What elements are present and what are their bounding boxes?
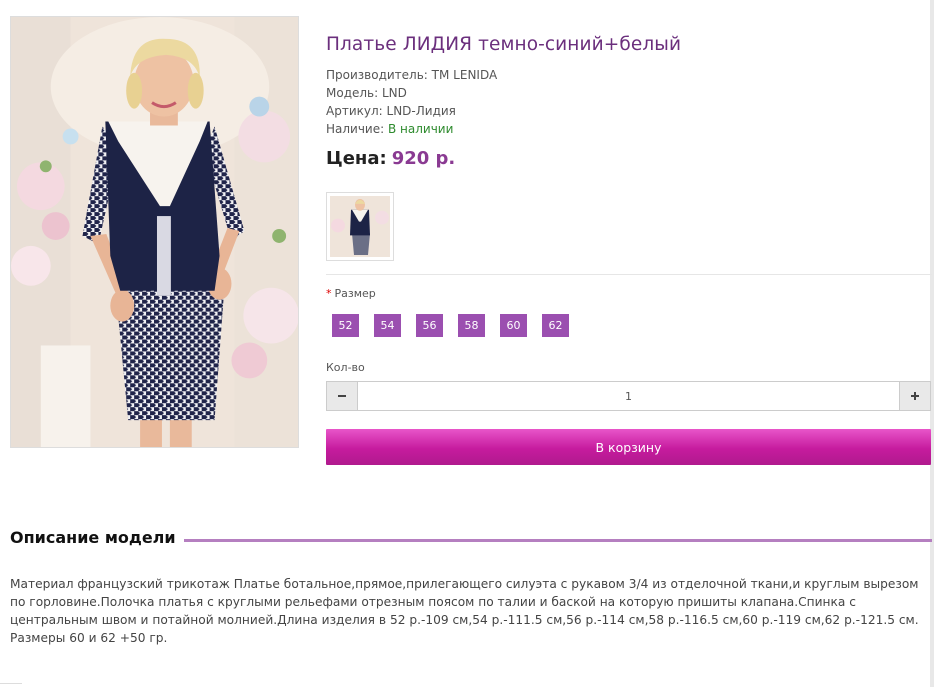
description-heading-line bbox=[175, 539, 932, 542]
size-label: * Размер bbox=[326, 287, 376, 300]
required-mark: * bbox=[326, 287, 332, 300]
plus-icon bbox=[911, 392, 919, 400]
size-option-54[interactable]: 54 bbox=[374, 314, 401, 337]
quantity-label: Кол-во bbox=[326, 361, 365, 374]
quantity-increase-button[interactable] bbox=[899, 381, 931, 411]
options-divider bbox=[326, 274, 932, 275]
price-row: Цена: 920 р. bbox=[326, 148, 932, 169]
size-option-58[interactable]: 58 bbox=[458, 314, 485, 337]
size-option-60[interactable]: 60 bbox=[500, 314, 527, 337]
dress-photo bbox=[11, 17, 298, 447]
thumbnail-image bbox=[330, 196, 390, 257]
add-to-cart-button[interactable]: В корзину bbox=[326, 429, 931, 465]
description-heading: Описание модели bbox=[10, 528, 184, 547]
sku-label: Артикул: bbox=[326, 104, 383, 118]
quantity-decrease-button[interactable] bbox=[326, 381, 358, 411]
size-option-62[interactable]: 62 bbox=[542, 314, 569, 337]
size-label-text: Размер bbox=[334, 287, 376, 300]
description-text: Материал французский трикотаж Платье бот… bbox=[10, 577, 919, 645]
product-specs: Производитель: ТМ LENIDA Модель: LND Арт… bbox=[326, 66, 932, 138]
size-option-56[interactable]: 56 bbox=[416, 314, 443, 337]
availability-value: В наличии bbox=[388, 122, 454, 136]
size-option-52[interactable]: 52 bbox=[332, 314, 359, 337]
product-info: Платье ЛИДИЯ темно-синий+белый Производи… bbox=[326, 34, 932, 169]
product-thumbnail[interactable] bbox=[326, 192, 394, 261]
page-bottom-edge bbox=[0, 683, 22, 687]
quantity-input[interactable]: 1 bbox=[358, 381, 899, 411]
sku-value: LND-Лидия bbox=[386, 104, 456, 118]
product-main-image[interactable] bbox=[10, 16, 299, 448]
size-options: 52 54 56 58 60 62 bbox=[332, 314, 569, 337]
availability-row: Наличие: В наличии bbox=[326, 120, 932, 138]
model-row: Модель: LND bbox=[326, 84, 932, 102]
sku-row: Артикул: LND-Лидия bbox=[326, 102, 932, 120]
product-title: Платье ЛИДИЯ темно-синий+белый bbox=[326, 34, 682, 55]
availability-label: Наличие: bbox=[326, 122, 385, 136]
manufacturer-label: Производитель: bbox=[326, 68, 428, 82]
price-value: 920 р. bbox=[391, 148, 456, 169]
manufacturer-value: ТМ LENIDA bbox=[431, 68, 498, 82]
manufacturer-row: Производитель: ТМ LENIDA bbox=[326, 66, 932, 84]
model-label: Модель: bbox=[326, 86, 379, 100]
quantity-stepper: 1 bbox=[326, 381, 931, 411]
price-label: Цена: bbox=[326, 148, 387, 169]
model-value: LND bbox=[382, 86, 407, 100]
minus-icon bbox=[338, 395, 346, 397]
